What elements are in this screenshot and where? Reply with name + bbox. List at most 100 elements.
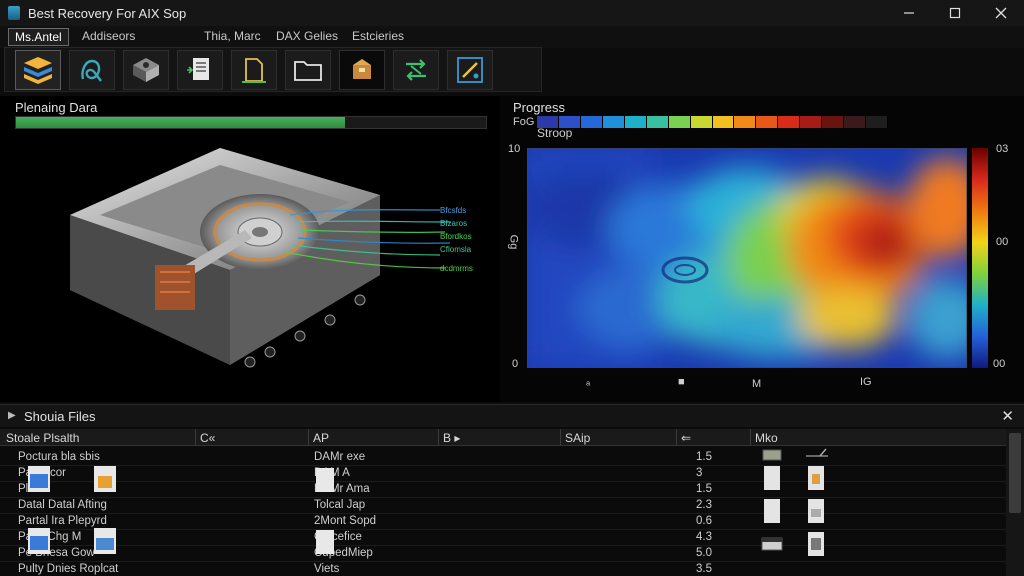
color-scale-cell xyxy=(690,116,713,128)
open-folder-button[interactable] xyxy=(285,50,331,90)
file-name: Poctura bla sbis xyxy=(18,451,100,463)
file-row[interactable]: Poctura bla sbis DAMr exe 1.5 xyxy=(0,450,1006,466)
edit-line-icon xyxy=(806,448,828,457)
file-row[interactable]: Pulty Dnies Roplcat Viets 3.5 xyxy=(0,562,1006,576)
file-document-icon xyxy=(808,499,824,523)
document-scan-button[interactable] xyxy=(177,50,223,90)
x-axis-tick: M xyxy=(752,378,762,390)
lasso-button[interactable] xyxy=(69,50,115,90)
files-panel: ▶ Shouia Files ✕ Stoale Plsalth C« AP B … xyxy=(0,404,1024,576)
maximize-button[interactable] xyxy=(932,0,978,26)
file-name: Datal Datal Afting xyxy=(18,499,107,511)
y-axis-mid-label: Gg xyxy=(507,234,520,250)
column-header-b[interactable]: B ▸ xyxy=(443,431,460,445)
title-bar: Best Recovery For AIX Sop xyxy=(0,0,1024,26)
column-header-c[interactable]: C« xyxy=(200,431,215,445)
color-scale-cell xyxy=(734,116,757,128)
edit-button[interactable] xyxy=(447,50,493,90)
color-scale-strip xyxy=(537,116,888,128)
file-archive-icon xyxy=(94,466,116,492)
y-axis-top-label: 10 xyxy=(508,143,521,155)
file-path: DAMr exe xyxy=(314,451,366,463)
window-title: Best Recovery For AIX Sop xyxy=(28,5,187,21)
window-controls xyxy=(886,0,1024,26)
surface-heatmap xyxy=(527,148,967,368)
hdd-label: dcdmrms xyxy=(440,264,473,273)
collapse-arrow-icon[interactable]: ▶ xyxy=(8,410,16,421)
files-scrollbar[interactable] xyxy=(1006,429,1024,576)
layers-button[interactable] xyxy=(15,50,61,90)
layers-icon xyxy=(24,57,52,84)
menu-item-data-gallery[interactable]: DAX Gelies xyxy=(270,28,344,46)
column-header-arrow[interactable]: ⇐ xyxy=(681,431,691,445)
files-panel-title: Shouia Files xyxy=(24,408,96,424)
file-row[interactable]: Datal Datal Afting Tolcal Jap 2.3 xyxy=(0,498,1006,514)
file-size: 3.5 xyxy=(696,563,712,575)
chip-icon xyxy=(133,58,159,82)
hdd-label: Cflomsla xyxy=(440,245,472,254)
color-scale-cell xyxy=(602,116,625,128)
x-axis-tick: ■ xyxy=(678,376,685,388)
file-row[interactable]: Pe Bnesa Gow CdpedMiep 5.0 xyxy=(0,546,1006,562)
file-row[interactable]: Pafin Chg MCatcefice4.3 xyxy=(0,530,1006,546)
column-divider xyxy=(676,429,677,446)
recovery-title: Plenaing Dara xyxy=(15,100,98,115)
maximize-icon xyxy=(949,7,961,19)
drive-icon xyxy=(762,449,782,461)
file-document-icon xyxy=(316,530,334,554)
hard-drive-illustration: Bfcsfds Bfzaros Bfordkos Cflomsla dcdmrm… xyxy=(70,148,473,368)
chip-button[interactable] xyxy=(123,50,169,90)
minimize-button[interactable] xyxy=(886,0,932,26)
y-axis-bottom-label: 0 xyxy=(512,358,519,370)
swap-icon xyxy=(406,59,426,81)
column-header-size[interactable]: SAip xyxy=(565,431,590,445)
column-header-name[interactable]: Stoale Plsalth xyxy=(6,431,79,445)
files-panel-close-icon[interactable]: ✕ xyxy=(1001,407,1014,425)
scan-progress-bar xyxy=(15,116,487,129)
edit-icon xyxy=(457,57,483,83)
file-image-icon xyxy=(28,528,50,554)
file-image-icon xyxy=(28,466,50,492)
hdd-label: Bfordkos xyxy=(440,232,472,241)
file-size: 4.3 xyxy=(696,531,712,543)
file-size: 1.5 xyxy=(696,483,712,495)
progress-title: Progress xyxy=(513,100,566,115)
lasso-icon xyxy=(81,59,102,82)
column-divider xyxy=(195,429,196,446)
x-axis-tick: ₐ xyxy=(586,376,591,388)
color-scale-cell xyxy=(778,116,801,128)
menu-item-additions[interactable]: Addiseors xyxy=(76,28,141,46)
file-document-icon xyxy=(764,499,780,523)
color-scale-cell xyxy=(712,116,735,128)
toolbar xyxy=(4,47,542,92)
color-scale-cell xyxy=(800,116,823,128)
color-scale-cell xyxy=(668,116,691,128)
package-button[interactable] xyxy=(339,50,385,90)
column-header-mode[interactable]: Mko xyxy=(755,431,778,445)
menu-item-file[interactable]: Ms.Antel xyxy=(8,28,69,46)
column-divider xyxy=(560,429,561,446)
document-scan-icon xyxy=(187,58,209,80)
close-button[interactable] xyxy=(978,0,1024,26)
column-header-path[interactable]: AP xyxy=(313,431,329,445)
file-size: 5.0 xyxy=(696,547,712,559)
file-spreadsheet-icon xyxy=(808,532,824,556)
colorbar-bottom-label: 00 xyxy=(993,358,1006,370)
folder-icon xyxy=(294,61,322,81)
file-row[interactable]: Plsta lDAMr Ama1.5 xyxy=(0,482,1006,498)
export-button[interactable] xyxy=(231,50,277,90)
file-row[interactable]: Pa CecorDAM A3 xyxy=(0,466,1006,482)
swap-button[interactable] xyxy=(393,50,439,90)
menu-item-extensions[interactable]: Estcieries xyxy=(346,28,410,46)
file-path: Viets xyxy=(314,563,340,575)
file-row[interactable]: Partal Ira Plepyrd 2Mont Sopd 0.6 xyxy=(0,514,1006,530)
file-size: 2.3 xyxy=(696,499,712,511)
file-size: 3 xyxy=(696,467,703,479)
menu-item-view[interactable]: Thia, Marc xyxy=(198,28,267,46)
minimize-icon xyxy=(904,12,914,14)
folder-line-icon xyxy=(242,58,266,83)
scan-progress-fill xyxy=(16,117,345,128)
hdd-label: Bfzaros xyxy=(440,219,467,228)
x-axis-tick: IG xyxy=(860,376,872,388)
files-scrollbar-thumb[interactable] xyxy=(1009,433,1021,513)
